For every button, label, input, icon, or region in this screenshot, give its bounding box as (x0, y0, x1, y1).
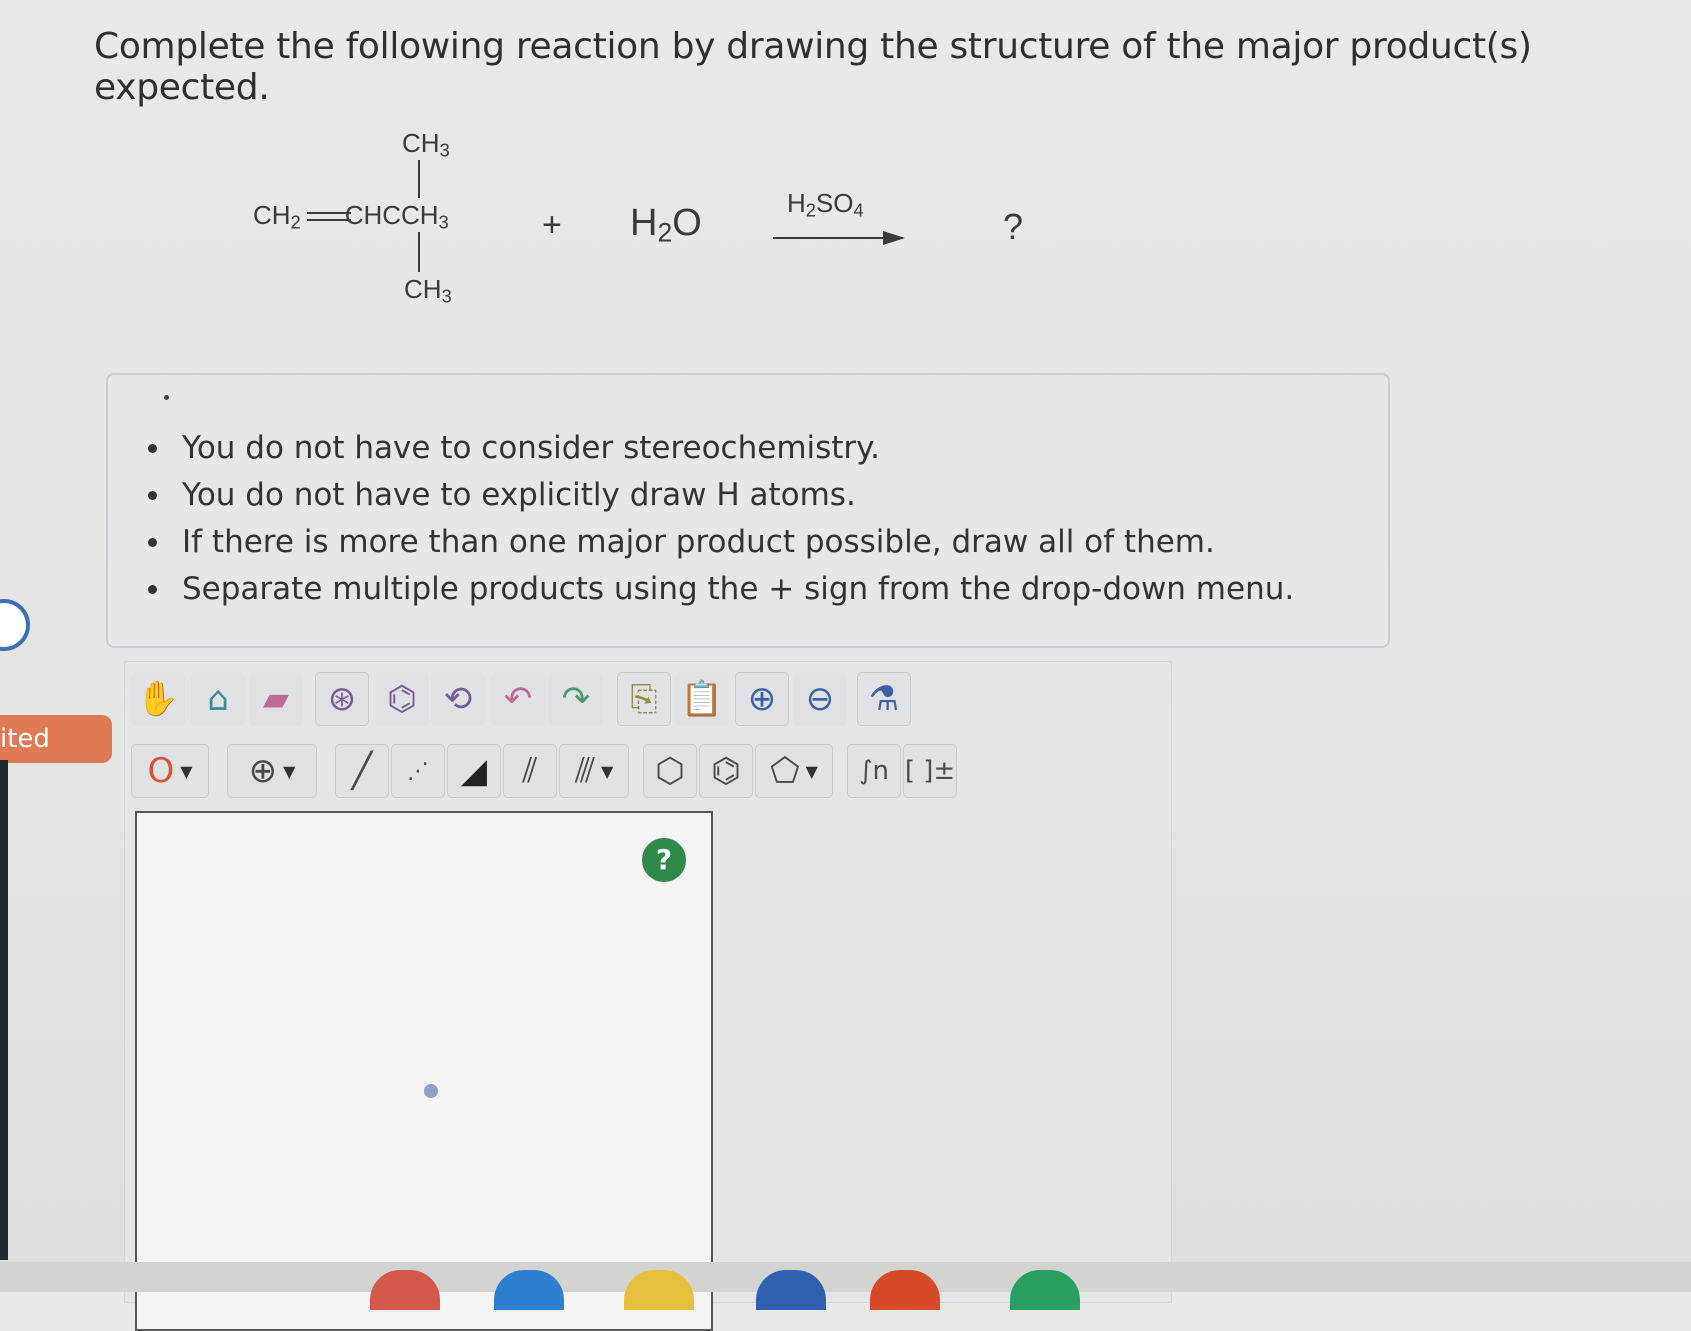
double-bond-icon[interactable]: ⫽ (503, 744, 557, 798)
single-bond-icon[interactable]: ╱ (335, 744, 389, 798)
zoom-out-icon[interactable]: ⊖ (793, 672, 847, 726)
paste-icon[interactable]: 📋 (675, 672, 729, 726)
benzene-icon[interactable]: ⌬ (699, 744, 753, 798)
wedge-bond-icon[interactable]: ◢ (447, 744, 501, 798)
bond-bottom (418, 232, 420, 272)
hand-tool-icon[interactable]: ✋ (131, 672, 185, 726)
instruction-item: If there is more than one major product … (147, 519, 1294, 566)
drawing-canvas[interactable] (135, 811, 713, 1331)
alkene-chain: CH2 CHCCH3 (253, 200, 449, 233)
cyclohexane-icon[interactable]: ⬡ (643, 744, 697, 798)
zoom-in-icon[interactable]: ⊕ (735, 672, 789, 726)
instruction-item: Separate multiple products using the + s… (147, 566, 1294, 613)
water-reagent: H2O (630, 202, 702, 248)
copy-icon[interactable]: ⎘ (617, 672, 671, 726)
double-bond-upper (307, 212, 351, 214)
eraser-icon[interactable]: ▰ (249, 672, 303, 726)
clean-structure-icon[interactable]: ⌬ (375, 672, 429, 726)
side-tab[interactable]: ited (0, 715, 112, 763)
undo-icon[interactable]: ↶ (491, 672, 545, 726)
charge-selector-value: ⊕ (248, 751, 278, 791)
double-bond-lower (307, 219, 351, 221)
instructions-list: You do not have to consider stereochemis… (147, 425, 1294, 613)
side-nav-circle[interactable] (0, 599, 30, 651)
redo-icon[interactable]: ↷ (549, 672, 603, 726)
templates-icon[interactable]: ⊛ (315, 672, 369, 726)
stray-dot (164, 395, 169, 400)
methyl-bottom: CH3 (404, 274, 452, 307)
bond-top (418, 160, 420, 198)
plus-sign: + (542, 206, 562, 244)
atom-selector[interactable]: O ▼ (131, 744, 209, 798)
chevron-down-icon: ▼ (600, 761, 614, 781)
left-edge-bar (0, 760, 8, 1260)
chevron-down-icon: ▼ (180, 761, 193, 781)
cyclopentane-selector[interactable]: ⬠ ▼ (755, 744, 833, 798)
unknown-product: ? (1003, 206, 1024, 247)
instruction-item: You do not have to explicitly draw H ato… (147, 472, 1294, 519)
instruction-item: You do not have to consider stereochemis… (147, 425, 1294, 472)
triple-bond-selector[interactable]: ⫻ ▼ (559, 744, 629, 798)
sgroup-icon[interactable]: ∫n (847, 744, 901, 798)
analysis-icon[interactable]: ⚗ (857, 672, 911, 726)
chevron-down-icon: ▼ (283, 761, 296, 781)
catalyst-label: H2SO4 (787, 188, 864, 221)
reaction-scheme: CH3 CH2 CHCCH3 CH3 + H2O H2SO4 ? (0, 0, 1691, 340)
charge-selector[interactable]: ⊕ ▼ (227, 744, 317, 798)
chevron-down-icon: ▼ (805, 761, 818, 781)
methyl-top: CH3 (402, 128, 450, 161)
atom-selector-value: O (147, 751, 175, 791)
bracket-icon[interactable]: [ ]± (903, 744, 957, 798)
rotate-structure-icon[interactable]: ⟲ (431, 672, 485, 726)
canvas-dot (424, 1084, 438, 1098)
instructions-box: You do not have to consider stereochemis… (106, 373, 1390, 648)
erase-all-icon[interactable]: ⌂ (191, 672, 245, 726)
hashed-bond-icon[interactable]: ⋰ (391, 744, 445, 798)
taskbar-strip (0, 1262, 1691, 1292)
reaction-arrow-head (883, 231, 905, 245)
help-button[interactable]: ? (642, 838, 686, 882)
